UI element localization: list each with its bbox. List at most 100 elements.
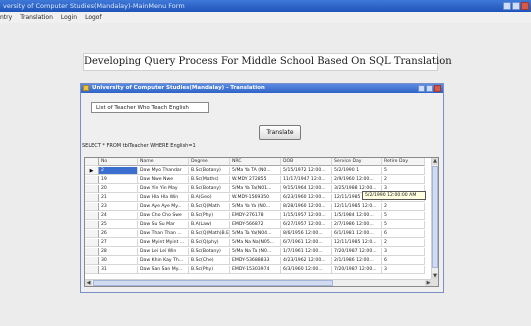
cell-degree[interactable]: B.Sc(Phy) xyxy=(189,212,230,220)
results-grid[interactable]: No Name Degree NRC DOB Service Day Retire Day ▶… xyxy=(84,157,439,287)
cell-retire-day[interactable]: 6 xyxy=(382,257,425,265)
cell-dob[interactable]: 6/27/1957 12:00... xyxy=(281,221,332,229)
cell-degree[interactable]: B.Sc(Che) xyxy=(189,257,230,265)
cell-degree[interactable]: B.Sc(Botany) xyxy=(189,167,230,175)
cell-degree[interactable]: B.Sc(Q)Math xyxy=(189,203,230,211)
cell-retire-day[interactable]: 2 xyxy=(382,176,425,184)
cell-name[interactable]: Daw Lei Lei Win xyxy=(138,248,189,256)
cell-nrc[interactable]: 5/Ma Na Na(N05... xyxy=(230,239,281,247)
cell-degree[interactable]: B.Sc(Q)Math)B.Ed xyxy=(189,230,230,238)
row-header[interactable] xyxy=(85,257,99,265)
cell-service-day[interactable]: 2/7/1986 12:00... xyxy=(332,221,382,229)
vertical-scroll-thumb[interactable] xyxy=(432,166,438,268)
cell-nrc[interactable]: EMDY-15303974 xyxy=(230,266,281,274)
cell-name[interactable]: Daw Su Su Mar xyxy=(138,221,189,229)
table-row[interactable]: 23 Daw Aye Aye My... B.Sc(Q)Math 5/Ma Ya Ya… xyxy=(85,203,432,211)
cell-no[interactable]: 23 xyxy=(99,203,138,211)
cell-no[interactable]: 21 xyxy=(99,194,138,202)
column-header-dob[interactable]: DOB xyxy=(281,158,332,166)
translation-titlebar[interactable]: University of Computer Studies(Mandalay)… xyxy=(81,84,443,93)
scroll-up-icon[interactable]: ▲ xyxy=(432,158,438,165)
cell-name[interactable]: Daw Myint Myint ... xyxy=(138,239,189,247)
cell-service-day[interactable]: 5/2/1990 1 xyxy=(332,167,382,175)
table-row[interactable]: 26 Daw Than Than ... B.Sc(Q)Math)B.Ed 5/Ma … xyxy=(85,230,432,238)
cell-service-day[interactable]: 2/9/1960 12:00... xyxy=(332,176,382,184)
cell-degree[interactable]: B.A(Law) xyxy=(189,221,230,229)
cell-name[interactable]: Daw Aye Aye My... xyxy=(138,203,189,211)
cell-no[interactable]: 28 xyxy=(99,248,138,256)
cell-service-day[interactable]: 6/1/1981 12:00... xyxy=(332,230,382,238)
cell-dob[interactable]: 1/15/1957 12:00... xyxy=(281,212,332,220)
table-row[interactable]: ▶ 2 Daw Myo Thandar B.Sc(Botany) 5/Ma Ya TA … xyxy=(85,167,432,175)
row-header[interactable] xyxy=(85,212,99,220)
maximize-icon[interactable] xyxy=(512,2,520,10)
column-header-no[interactable]: No xyxy=(99,158,138,166)
table-row[interactable]: 30 Daw Khin Kay Th... B.Sc(Che) EMDY-536888… xyxy=(85,257,432,265)
row-header[interactable] xyxy=(85,239,99,247)
column-header-service-day[interactable]: Service Day xyxy=(332,158,382,166)
translate-button[interactable]: Translate xyxy=(259,125,301,140)
cell-dob[interactable]: 8/6/1956 12:00... xyxy=(281,230,332,238)
scroll-left-icon[interactable]: ◀ xyxy=(85,280,92,286)
table-row[interactable]: 25 Daw Su Su Mar B.A(Law) EMDY-566872 6/27/1… xyxy=(85,221,432,229)
cell-name[interactable]: Daw Yin Yin May xyxy=(138,185,189,193)
cell-no[interactable]: 24 xyxy=(99,212,138,220)
cell-dob[interactable]: 6/7/1961 12:00... xyxy=(281,239,332,247)
cell-nrc[interactable]: 5/Ma Na Ta (N0... xyxy=(230,248,281,256)
query-input[interactable] xyxy=(91,102,209,113)
close-icon[interactable] xyxy=(521,2,529,10)
horizontal-scroll-thumb[interactable] xyxy=(93,280,333,286)
table-row[interactable]: 28 Daw Lei Lei Win B.Sc(Botany) 5/Ma Na Ta … xyxy=(85,248,432,256)
row-header[interactable] xyxy=(85,194,99,202)
menu-translation[interactable]: Translation xyxy=(20,14,53,21)
cell-nrc[interactable]: 5/Ma Ya TA (N0... xyxy=(230,167,281,175)
row-header[interactable] xyxy=(85,266,99,274)
cell-service-day[interactable]: 12/11/1985 12:0... xyxy=(332,203,382,211)
table-row[interactable]: 19 Daw Nwe Nwe B.Sc(Maths) W.MDY 272855 11/1… xyxy=(85,176,432,184)
row-header[interactable]: ▶ xyxy=(85,167,99,175)
row-header[interactable] xyxy=(85,248,99,256)
cell-retire-day[interactable]: 2 xyxy=(382,239,425,247)
cell-service-day[interactable]: 2/1/1986 12:00... xyxy=(332,257,382,265)
vertical-scrollbar[interactable]: ▲ ▼ xyxy=(431,158,438,280)
cell-service-day[interactable]: 7/20/1987 12:00... xyxy=(332,248,382,256)
cell-degree[interactable]: B.Sc(Maths) xyxy=(189,176,230,184)
cell-no[interactable]: 2 xyxy=(99,167,138,175)
cell-retire-day[interactable]: 5 xyxy=(382,212,425,220)
cell-dob[interactable]: 8/28/1960 12:00... xyxy=(281,203,332,211)
row-header[interactable] xyxy=(85,176,99,184)
cell-retire-day[interactable]: 3 xyxy=(382,248,425,256)
column-header-degree[interactable]: Degree xyxy=(189,158,230,166)
child-maximize-icon[interactable] xyxy=(426,85,433,92)
minimize-icon[interactable] xyxy=(503,2,511,10)
cell-no[interactable]: 27 xyxy=(99,239,138,247)
cell-service-day[interactable]: 12/11/1985 12:0... xyxy=(332,239,382,247)
column-header-nrc[interactable]: NRC xyxy=(230,158,281,166)
horizontal-scrollbar[interactable]: ◀ ▶ xyxy=(85,279,432,286)
cell-retire-day[interactable]: 3 xyxy=(382,266,425,274)
cell-retire-day[interactable]: 5 xyxy=(382,167,425,175)
cell-no[interactable]: 26 xyxy=(99,230,138,238)
cell-service-day[interactable]: 1/5/1984 12:00... xyxy=(332,212,382,220)
cell-no[interactable]: 31 xyxy=(99,266,138,274)
cell-degree[interactable]: B.Sc(Botany) xyxy=(189,185,230,193)
main-titlebar[interactable]: versity of Computer Studies(Mandalay)-Ma… xyxy=(0,0,531,12)
cell-name[interactable]: Daw Than Than ... xyxy=(138,230,189,238)
cell-retire-day[interactable]: 6 xyxy=(382,230,425,238)
cell-degree[interactable]: B.Sc(Phy) xyxy=(189,266,230,274)
column-header-name[interactable]: Name xyxy=(138,158,189,166)
table-row[interactable]: 27 Daw Myint Myint ... B.Sc(Q)phy) 5/Ma Na … xyxy=(85,239,432,247)
row-header[interactable] xyxy=(85,185,99,193)
cell-name[interactable]: Daw Myo Thandar xyxy=(138,167,189,175)
child-minimize-icon[interactable] xyxy=(418,85,425,92)
row-header[interactable] xyxy=(85,221,99,229)
cell-nrc[interactable]: 5/Ma Ya Ta(N01... xyxy=(230,185,281,193)
table-row[interactable]: 24 Daw Cho Cho Swe B.Sc(Phy) EMDY-276178 1/1… xyxy=(85,212,432,220)
cell-no[interactable]: 25 xyxy=(99,221,138,229)
column-header-retire-day[interactable]: Retire Day xyxy=(382,158,425,166)
cell-service-day[interactable]: 7/20/1987 12:00... xyxy=(332,266,382,274)
cell-nrc[interactable]: 5/Ma Ya Ya (N0... xyxy=(230,203,281,211)
row-header[interactable] xyxy=(85,230,99,238)
cell-dob[interactable]: 5/15/1972 12:00... xyxy=(281,167,332,175)
table-row[interactable]: 31 Daw San San My... B.Sc(Phy) EMDY-1530397… xyxy=(85,266,432,274)
